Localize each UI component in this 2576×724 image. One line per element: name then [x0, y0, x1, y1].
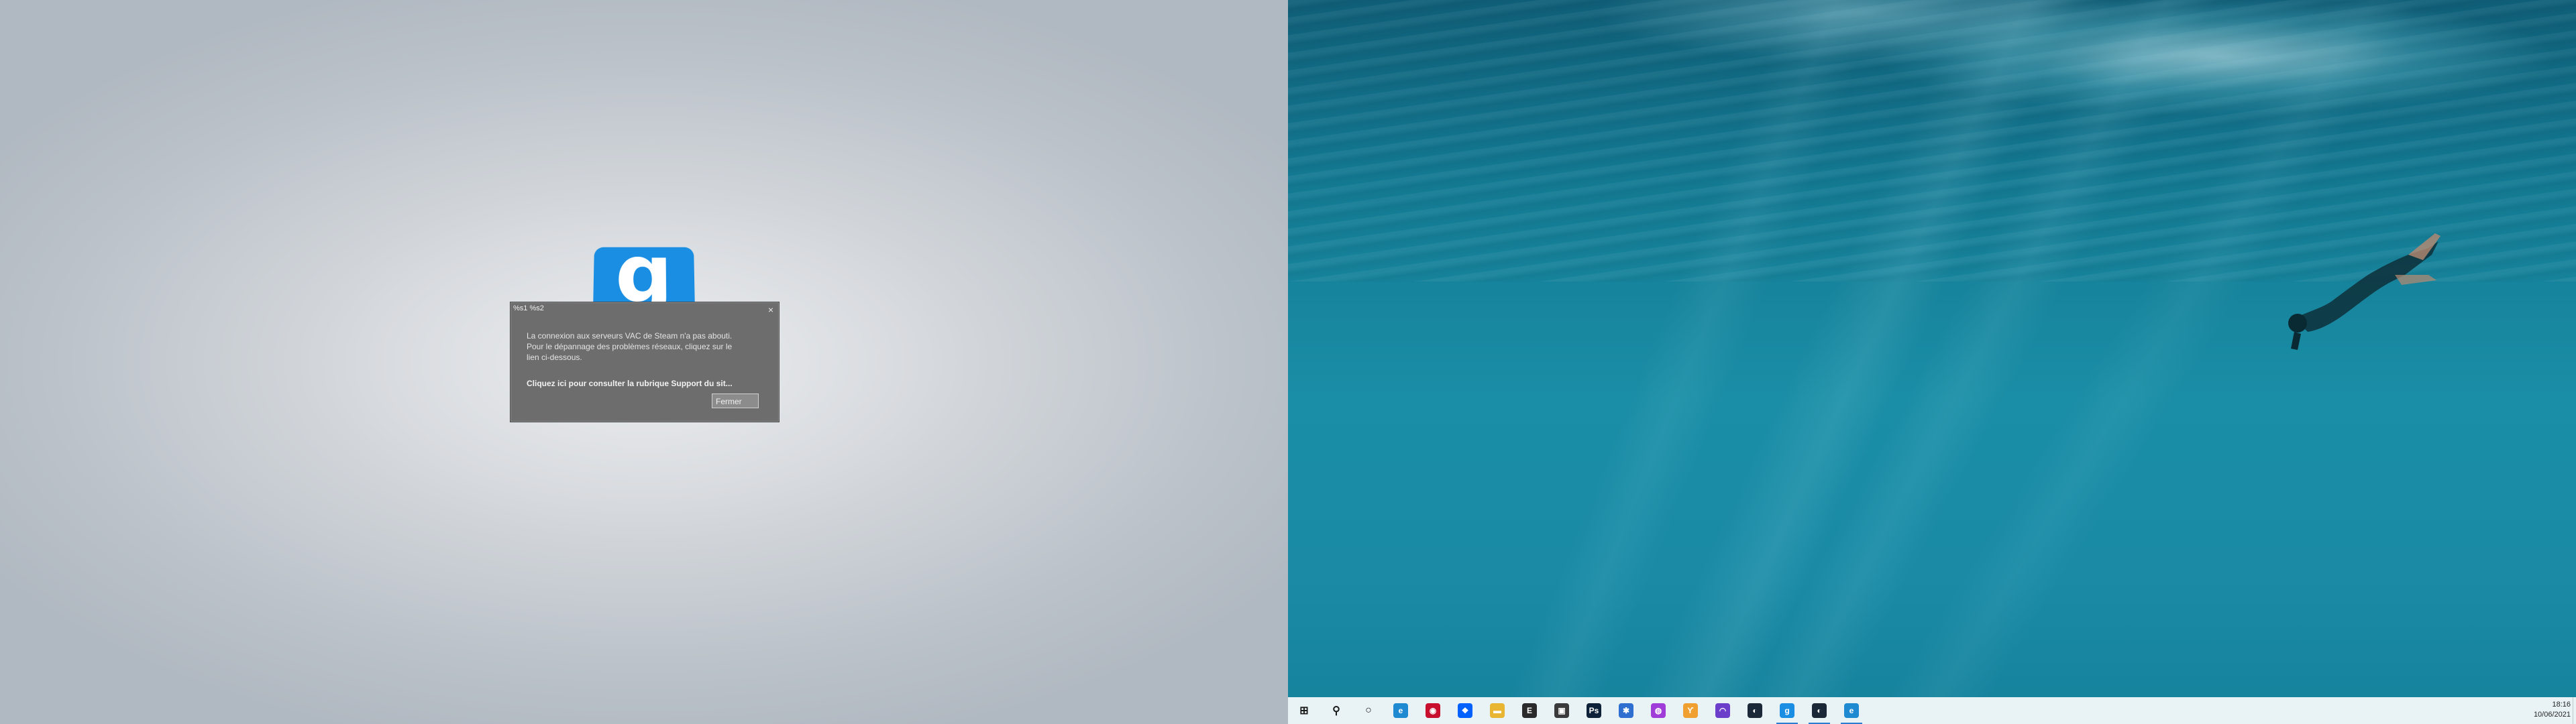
dialog-message-line: lien ci-dessous. — [527, 353, 582, 362]
app-orange-icon: ϒ — [1683, 703, 1698, 718]
search-icon: ⚲ — [1332, 705, 1340, 717]
dialog-message-line: La connexion aux serveurs VAC de Steam n… — [527, 331, 733, 341]
dropbox-icon: ❖ — [1458, 703, 1472, 718]
photoshop-icon: Ps — [1587, 703, 1601, 718]
folder-icon: ▬ — [1490, 703, 1505, 718]
epic-games-icon: E — [1522, 703, 1537, 718]
taskbar-item-app-red[interactable]: ◉ — [1417, 697, 1449, 724]
vac-error-dialog: %s1 %s2 × La connexion aux serveurs VAC … — [510, 302, 780, 422]
taskbar-item-search[interactable]: ⚲ — [1320, 697, 1352, 724]
edge-icon: e — [1393, 703, 1408, 718]
headset-icon: ◠ — [1715, 703, 1730, 718]
taskbar-item-edge[interactable]: e — [1385, 697, 1417, 724]
app-blue-icon: ✱ — [1619, 703, 1633, 718]
gmod-icon: g — [1780, 703, 1794, 718]
taskbar-item-epic[interactable]: E — [1513, 697, 1546, 724]
gmod-logo-letter: g — [614, 247, 674, 309]
left-monitor-background: g %s1 %s2 × La connexion aux serveurs VA… — [0, 0, 1288, 724]
steam-icon: ◐ — [1748, 703, 1762, 718]
taskbar-item-app-blue[interactable]: ✱ — [1610, 697, 1642, 724]
taskbar-item-cortana[interactable]: ○ — [1352, 697, 1385, 724]
taskbar: ⊞ ⚲ ○ e ◉ ❖ ▬ E ▣ Ps ✱ ◍ ϒ ◠ ◐ g ◐ e 18:16 10/06/2021 — [1288, 697, 2576, 724]
dialog-title: %s1 %s2 — [513, 304, 544, 312]
dialog-message-line: Pour le dépannage des problèmes réseaux,… — [527, 342, 733, 351]
close-icon[interactable]: × — [768, 304, 773, 315]
edge-icon: e — [1844, 703, 1859, 718]
taskbar-item-photoshop[interactable]: Ps — [1578, 697, 1610, 724]
show-desktop-button[interactable] — [2573, 697, 2576, 724]
messenger-icon: ◍ — [1651, 703, 1666, 718]
taskbar-item-store[interactable]: ▣ — [1546, 697, 1578, 724]
steam-icon: ◐ — [1812, 703, 1827, 718]
taskbar-item-gmod[interactable]: g — [1771, 697, 1803, 724]
taskbar-item-explorer[interactable]: ▬ — [1481, 697, 1513, 724]
system-clock[interactable]: 18:16 10/06/2021 — [2534, 700, 2571, 720]
store-icon: ▣ — [1554, 703, 1569, 718]
taskbar-item-steam[interactable]: ◐ — [1739, 697, 1771, 724]
dialog-message: La connexion aux serveurs VAC de Steam n… — [527, 330, 761, 363]
app-red-icon: ◉ — [1426, 703, 1440, 718]
clock-date: 10/06/2021 — [2533, 711, 2571, 719]
windows-icon: ⊞ — [1299, 705, 1309, 717]
support-link[interactable]: Cliquez ici pour consulter la rubrique S… — [527, 379, 761, 388]
cortana-icon: ○ — [1365, 705, 1372, 716]
close-button[interactable]: Fermer — [712, 394, 759, 408]
taskbar-item-dropbox[interactable]: ❖ — [1449, 697, 1481, 724]
taskbar-item-start[interactable]: ⊞ — [1288, 697, 1320, 724]
gmod-logo: g — [593, 247, 695, 309]
right-monitor-wallpaper — [1288, 0, 2576, 724]
taskbar-item-app-orange[interactable]: ϒ — [1674, 697, 1707, 724]
taskbar-item-edge-2[interactable]: e — [1835, 697, 1868, 724]
taskbar-item-messenger[interactable]: ◍ — [1642, 697, 1674, 724]
taskbar-item-steam-2[interactable]: ◐ — [1803, 697, 1835, 724]
taskbar-item-headset[interactable]: ◠ — [1707, 697, 1739, 724]
diver-silhouette — [2288, 233, 2440, 350]
clock-time: 18:16 — [2552, 701, 2571, 709]
